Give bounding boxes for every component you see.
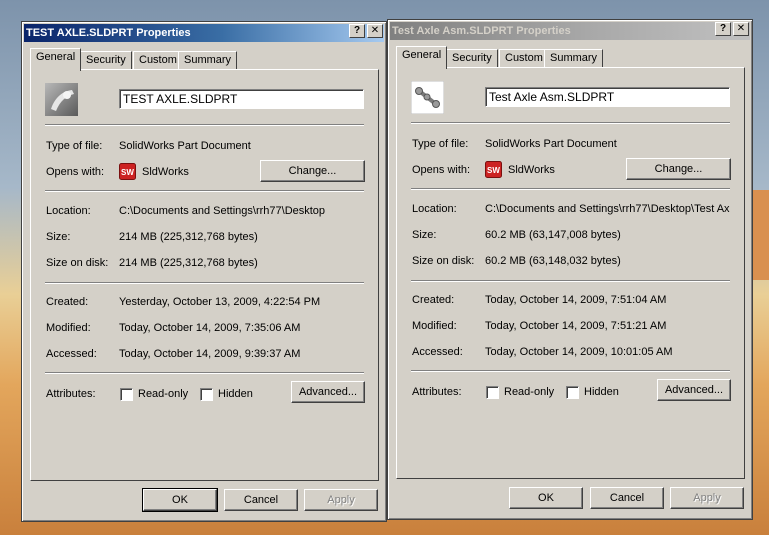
svg-text:SW: SW [121,168,134,177]
desktop-background [752,190,769,280]
separator [45,372,364,374]
svg-text:SW: SW [487,166,500,175]
read-only-checkbox[interactable] [120,388,133,401]
general-tab-panel: Test Axle Asm.SLDPRT Type of file: Solid… [396,67,745,479]
size-on-disk-value: 60.2 MB (63,148,032 bytes) [485,255,621,267]
accessed-label: Accessed: [46,348,97,360]
separator [45,190,364,192]
window-title: TEST AXLE.SLDPRT Properties [26,27,191,39]
separator [411,280,730,282]
apply-button[interactable]: Apply [304,489,378,511]
modified-label: Modified: [412,320,457,332]
modified-value: Today, October 14, 2009, 7:51:21 AM [485,320,667,332]
change-button[interactable]: Change... [626,158,731,180]
type-label: Type of file: [46,140,103,152]
separator [411,122,730,124]
size-label: Size: [46,231,71,243]
size-on-disk-value: 214 MB (225,312,768 bytes) [119,257,258,269]
tab-custom[interactable]: Custom [133,51,183,69]
created-label: Created: [46,296,89,308]
properties-dialog-test-axle-asm[interactable]: Test Axle Asm.SLDPRT Properties ? ✕ Gene… [387,19,753,520]
cancel-button[interactable]: Cancel [590,487,664,509]
separator [45,124,364,126]
tab-security[interactable]: Security [80,51,132,69]
location-label: Location: [46,205,91,217]
close-button[interactable]: ✕ [367,24,383,38]
created-value: Yesterday, October 13, 2009, 4:22:54 PM [119,296,321,308]
modified-label: Modified: [46,322,91,334]
tab-custom[interactable]: Custom [499,49,549,67]
advanced-button[interactable]: Advanced... [657,379,731,401]
accessed-value: Today, October 14, 2009, 9:39:37 AM [119,348,301,360]
title-bar[interactable]: Test Axle Asm.SLDPRT Properties [390,22,750,40]
hidden-label[interactable]: Hidden [218,388,253,400]
accessed-label: Accessed: [412,346,463,358]
apply-button[interactable]: Apply [670,487,744,509]
tab-summary[interactable]: Summary [544,49,604,67]
title-bar[interactable]: TEST AXLE.SLDPRT Properties [24,24,384,42]
created-label: Created: [412,294,455,306]
attributes-label: Attributes: [412,386,462,398]
tab-general[interactable]: General [30,48,82,71]
properties-dialog-test-axle[interactable]: TEST AXLE.SLDPRT Properties ? ✕ General … [21,21,387,522]
help-button[interactable]: ? [349,24,365,38]
tab-summary[interactable]: Summary [178,51,238,69]
opens-with-value: SldWorks [508,164,555,176]
change-button[interactable]: Change... [260,160,365,182]
hidden-label[interactable]: Hidden [584,386,619,398]
assembly-thumbnail-icon [411,81,444,114]
location-value: C:\Documents and Settings\rrh77\Desktop\… [485,203,730,215]
read-only-label[interactable]: Read-only [138,388,188,400]
window-title: Test Axle Asm.SLDPRT Properties [392,25,571,37]
ok-button[interactable]: OK [142,488,218,512]
file-name-field[interactable]: TEST AXLE.SLDPRT [119,89,364,109]
hidden-checkbox[interactable] [566,386,579,399]
size-on-disk-label: Size on disk: [412,255,475,267]
opens-with-label: Opens with: [412,164,471,176]
type-value: SolidWorks Part Document [119,140,251,152]
size-value: 214 MB (225,312,768 bytes) [119,231,258,243]
opens-with-value: SldWorks [142,166,189,178]
type-value: SolidWorks Part Document [485,138,617,150]
advanced-button[interactable]: Advanced... [291,381,365,403]
tab-general[interactable]: General [396,46,448,69]
close-button[interactable]: ✕ [733,22,749,36]
tab-security[interactable]: Security [446,49,498,67]
location-label: Location: [412,203,457,215]
cancel-button[interactable]: Cancel [224,489,298,511]
modified-value: Today, October 14, 2009, 7:35:06 AM [119,322,301,334]
ok-button[interactable]: OK [509,487,583,509]
size-label: Size: [412,229,437,241]
opens-with-label: Opens with: [46,166,105,178]
read-only-label[interactable]: Read-only [504,386,554,398]
location-value: C:\Documents and Settings\rrh77\Desktop [119,205,326,217]
attributes-label: Attributes: [46,388,96,400]
hidden-checkbox[interactable] [200,388,213,401]
solidworks-icon: SW [485,161,502,178]
size-value: 60.2 MB (63,147,008 bytes) [485,229,621,241]
separator [45,282,364,284]
separator [411,370,730,372]
part-thumbnail-icon [45,83,78,116]
solidworks-icon: SW [119,163,136,180]
type-label: Type of file: [412,138,469,150]
separator [411,188,730,190]
accessed-value: Today, October 14, 2009, 10:01:05 AM [485,346,673,358]
created-value: Today, October 14, 2009, 7:51:04 AM [485,294,667,306]
file-name-field[interactable]: Test Axle Asm.SLDPRT [485,87,730,107]
help-button[interactable]: ? [715,22,731,36]
general-tab-panel: TEST AXLE.SLDPRT Type of file: SolidWork… [30,69,379,481]
read-only-checkbox[interactable] [486,386,499,399]
size-on-disk-label: Size on disk: [46,257,109,269]
